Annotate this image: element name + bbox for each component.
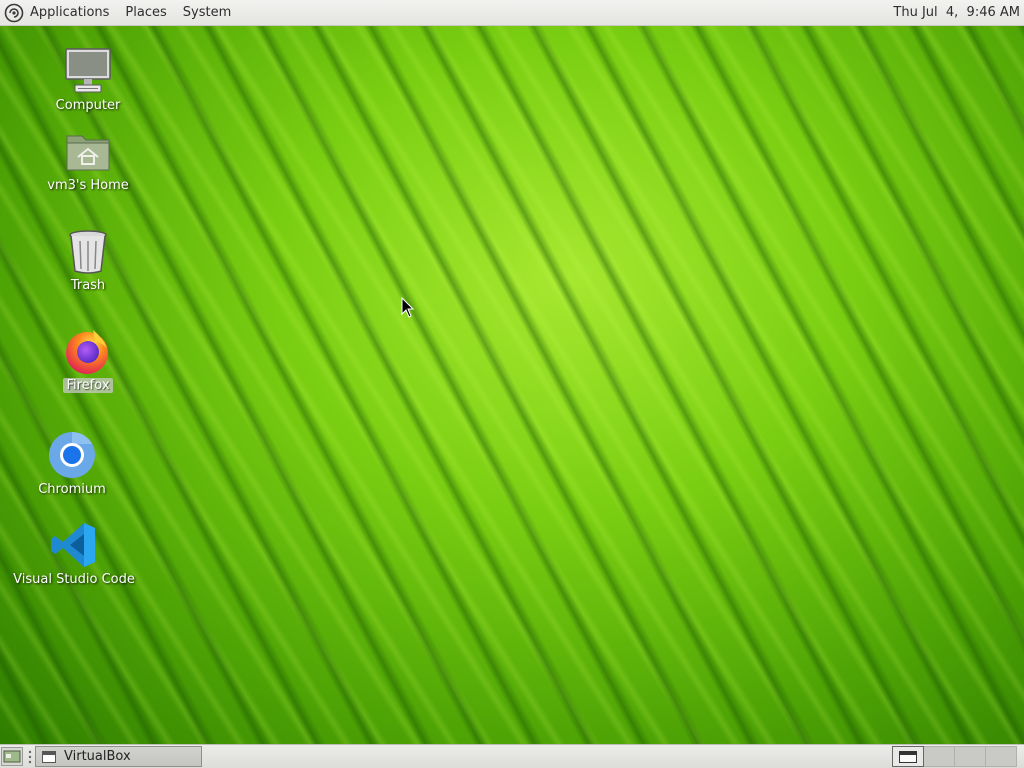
trash-icon	[69, 230, 107, 274]
window-thumbnail-icon	[899, 751, 917, 763]
workspace-switcher[interactable]	[892, 746, 1017, 767]
desktop-icon-home[interactable]: vm3's Home	[28, 126, 148, 193]
show-desktop-icon	[3, 750, 21, 763]
workspace-1[interactable]	[892, 746, 924, 767]
window-icon	[42, 750, 56, 763]
bottom-panel: VirtualBox	[0, 744, 1024, 768]
desktop[interactable]: Computer vm3's Home Trash Firefox Chromi…	[0, 26, 1024, 744]
mouse-cursor-icon	[401, 297, 415, 318]
firefox-icon	[66, 330, 108, 374]
desktop-icon-label: vm3's Home	[47, 178, 129, 193]
workspace-3[interactable]	[954, 746, 986, 767]
places-menu[interactable]: Places	[117, 0, 174, 26]
desktop-icon-label: Computer	[55, 98, 121, 113]
desktop-icon-label: Chromium	[38, 482, 106, 497]
desktop-icon-label: Firefox	[63, 378, 113, 393]
workspace-4[interactable]	[985, 746, 1017, 767]
taskbar-button-label: VirtualBox	[64, 749, 131, 764]
desktop-icon-trash[interactable]: Trash	[28, 226, 148, 293]
computer-icon	[65, 48, 111, 93]
vscode-icon	[51, 523, 95, 567]
chromium-icon	[49, 432, 95, 478]
system-menu[interactable]: System	[175, 0, 239, 26]
desktop-icon-vscode[interactable]: Visual Studio Code	[13, 520, 135, 587]
desktop-icon-computer[interactable]: Computer	[28, 46, 148, 113]
distro-logo-icon	[4, 3, 24, 22]
taskbar-button-virtualbox[interactable]: VirtualBox	[35, 746, 202, 767]
desktop-icon-firefox[interactable]: Firefox	[28, 326, 148, 393]
desktop-icon-label: Visual Studio Code	[13, 572, 135, 587]
desktop-icon-label: Trash	[70, 278, 106, 293]
top-panel: Applications Places System Thu Jul 4, 9:…	[0, 0, 1024, 26]
clock[interactable]: Thu Jul 4, 9:46 AM	[893, 0, 1020, 26]
panel-handle-icon[interactable]	[27, 749, 33, 765]
desktop-icon-chromium[interactable]: Chromium	[12, 430, 132, 497]
applications-menu-label: Applications	[30, 4, 110, 20]
home-folder-icon	[66, 135, 110, 171]
applications-menu[interactable]: Applications	[0, 0, 117, 26]
show-desktop-button[interactable]	[1, 747, 23, 766]
workspace-2[interactable]	[923, 746, 955, 767]
